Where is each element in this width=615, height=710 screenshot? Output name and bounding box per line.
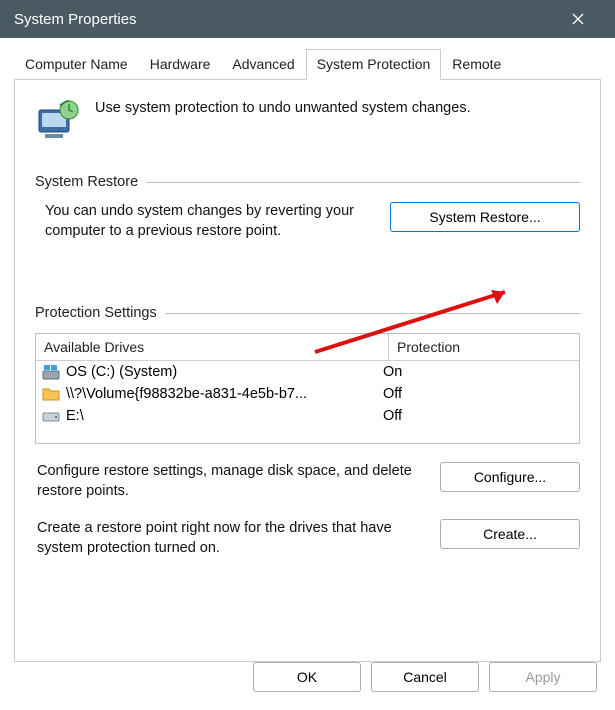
- drive-protection: Off: [383, 386, 573, 402]
- create-button[interactable]: Create...: [440, 519, 580, 549]
- system-properties-window: System Properties Computer Name Hardware…: [0, 0, 615, 710]
- drive-name: E:\: [66, 408, 84, 424]
- drive-name: \\?\Volume{f98832be-a831-4e5b-b7...: [66, 386, 307, 402]
- drive-protection: On: [383, 364, 573, 380]
- apply-button[interactable]: Apply: [489, 662, 597, 692]
- group-system-restore: System Restore You can undo system chang…: [35, 174, 580, 241]
- system-protection-icon: [35, 98, 81, 144]
- client-area: Computer Name Hardware Advanced System P…: [0, 38, 615, 710]
- window-title: System Properties: [14, 11, 555, 28]
- dialog-footer: OK Cancel Apply: [14, 662, 601, 696]
- drive-row[interactable]: E:\ Off: [36, 405, 579, 427]
- close-icon: [572, 13, 584, 25]
- tab-panel-system-protection: Use system protection to undo unwanted s…: [14, 80, 601, 662]
- configure-row: Configure restore settings, manage disk …: [35, 462, 580, 501]
- drive-icon: [42, 408, 60, 424]
- tab-advanced[interactable]: Advanced: [221, 49, 305, 80]
- tab-computer-name[interactable]: Computer Name: [14, 49, 139, 80]
- group-protection-settings: Protection Settings Available Drives Pro…: [35, 305, 580, 576]
- configure-button[interactable]: Configure...: [440, 462, 580, 492]
- drive-row[interactable]: \\?\Volume{f98832be-a831-4e5b-b7... Off: [36, 383, 579, 405]
- cancel-button[interactable]: Cancel: [371, 662, 479, 692]
- tab-system-protection[interactable]: System Protection: [306, 49, 442, 80]
- tabstrip: Computer Name Hardware Advanced System P…: [14, 48, 601, 80]
- group-system-restore-label: System Restore: [35, 174, 146, 190]
- configure-description: Configure restore settings, manage disk …: [37, 462, 426, 501]
- system-restore-button[interactable]: System Restore...: [390, 202, 580, 232]
- group-protection-settings-label: Protection Settings: [35, 305, 165, 321]
- folder-icon: [42, 386, 60, 402]
- titlebar: System Properties: [0, 0, 615, 38]
- tab-remote[interactable]: Remote: [441, 49, 512, 80]
- drives-list[interactable]: Available Drives Protection OS (C:) (Sys…: [35, 333, 580, 444]
- drive-row[interactable]: OS (C:) (System) On: [36, 361, 579, 383]
- drive-protection: Off: [383, 408, 573, 424]
- column-header-protection[interactable]: Protection: [389, 334, 579, 360]
- drives-header: Available Drives Protection: [36, 334, 579, 361]
- windows-drive-icon: [42, 364, 60, 380]
- create-description: Create a restore point right now for the…: [37, 519, 426, 558]
- close-button[interactable]: [555, 0, 601, 38]
- divider: [165, 313, 580, 314]
- divider: [146, 182, 580, 183]
- ok-button[interactable]: OK: [253, 662, 361, 692]
- column-header-name[interactable]: Available Drives: [36, 334, 389, 360]
- intro-row: Use system protection to undo unwanted s…: [35, 98, 580, 144]
- intro-text: Use system protection to undo unwanted s…: [95, 98, 471, 116]
- tab-hardware[interactable]: Hardware: [139, 49, 222, 80]
- create-row: Create a restore point right now for the…: [35, 519, 580, 558]
- system-restore-description: You can undo system changes by reverting…: [45, 202, 372, 241]
- drive-name: OS (C:) (System): [66, 364, 177, 380]
